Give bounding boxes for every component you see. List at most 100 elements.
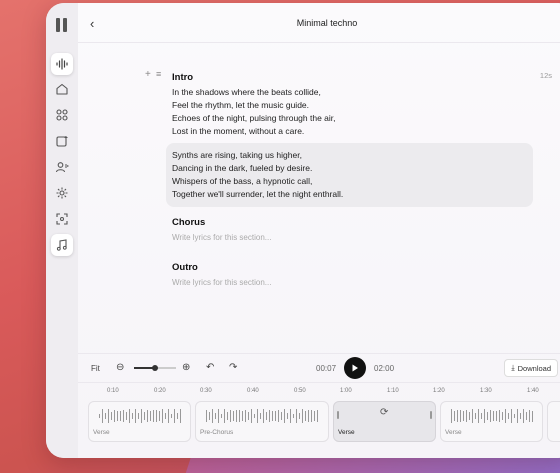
timeline-ruler[interactable]: 0:10 0:20 0:30 0:40 0:50 1:00 1:10 1:20 … <box>78 382 560 400</box>
grid-icon[interactable] <box>51 104 73 126</box>
lyric-line: In the shadows where the beats collide, <box>172 87 321 97</box>
track-label: Pre-Chorus <box>200 429 234 436</box>
waveform-bar <box>150 411 151 421</box>
waveform-bar <box>174 409 175 423</box>
waveform-bar <box>305 411 306 421</box>
track-segment-verse[interactable]: Verse <box>440 401 543 442</box>
waveform-bar <box>299 412 300 420</box>
waveform-bar <box>236 410 237 422</box>
music-note-icon[interactable] <box>51 234 73 256</box>
ruler-tick: 0:30 <box>200 388 212 394</box>
ruler-tick: 0:40 <box>247 388 259 394</box>
waveform-bar <box>144 412 145 420</box>
ruler-tick: 1:20 <box>433 388 445 394</box>
waveform-bar <box>484 409 485 423</box>
waveform-bar <box>111 411 112 421</box>
track-segment-partial[interactable] <box>547 401 560 442</box>
waveform-bar <box>517 409 518 423</box>
zoom-slider[interactable] <box>134 365 176 371</box>
chorus-lyrics-input[interactable]: Write lyrics for this section... <box>172 233 271 242</box>
waveform-bar <box>451 409 452 423</box>
sidebar <box>46 3 78 458</box>
waveform-bar <box>460 410 461 422</box>
ruler-tick: 1:00 <box>340 388 352 394</box>
trim-handle-right[interactable] <box>430 411 432 419</box>
waveform-bar <box>499 410 500 422</box>
zoom-out-icon[interactable]: ⊖ <box>116 362 124 373</box>
waveform-bar <box>162 409 163 423</box>
verse-lyrics[interactable]: Synths are rising, taking us higher, Dan… <box>172 149 343 201</box>
lyric-line: Together we'll surrender, let the night … <box>172 189 344 199</box>
ruler-tick: 0:10 <box>107 388 119 394</box>
lyric-line: Whispers of the bass, a hypnotic call, <box>172 176 313 186</box>
waveform-bar <box>171 413 172 419</box>
waveform-bar <box>293 413 294 419</box>
waveform-bar <box>478 409 479 423</box>
current-time: 00:07 <box>316 364 337 373</box>
lyric-line: Feel the rhythm, let the music guide. <box>172 100 310 110</box>
waveform-bar <box>472 409 473 423</box>
waveform-bar <box>165 412 166 420</box>
waveform-bar <box>156 410 157 422</box>
waveform-bar <box>490 409 491 423</box>
waveform-bar <box>123 409 124 423</box>
image-audio-icon[interactable] <box>51 130 73 152</box>
section-title-chorus[interactable]: Chorus <box>172 217 205 228</box>
add-section-icon[interactable]: + <box>145 69 151 80</box>
waveform-bar <box>254 413 255 419</box>
app-window: ‹ Minimal techno + ≡ Intro 12s In the sh… <box>46 3 560 458</box>
undo-icon[interactable]: ↶ <box>206 362 214 373</box>
track-segment-pre-chorus[interactable]: Pre-Chorus <box>195 401 329 442</box>
waveform-bar <box>508 412 509 420</box>
waveform-bar <box>233 411 234 421</box>
redo-icon[interactable]: ↷ <box>229 362 237 373</box>
waveform-bar <box>266 411 267 421</box>
waveform-bar <box>457 410 458 422</box>
waveform-bar <box>108 409 109 423</box>
waveform-bar <box>454 411 455 421</box>
track-segment-verse[interactable]: Verse <box>88 401 191 442</box>
trim-handle-left[interactable] <box>337 411 339 419</box>
waveform-icon[interactable] <box>51 53 73 75</box>
scan-icon[interactable] <box>51 208 73 230</box>
track-segment-verse-selected[interactable]: ⟳ Verse <box>333 401 436 442</box>
fit-button[interactable]: Fit <box>91 364 100 373</box>
voice-clone-icon[interactable] <box>51 156 73 178</box>
waveform-bar <box>245 409 246 423</box>
waveform-bar <box>99 414 100 418</box>
section-title-intro[interactable]: Intro <box>172 72 193 83</box>
waveform-bar <box>278 409 279 423</box>
waveform-bar <box>272 410 273 422</box>
waveform-bar <box>206 409 207 423</box>
section-title-outro[interactable]: Outro <box>172 262 198 273</box>
waveform-bar <box>135 409 136 423</box>
waveform-bar <box>514 414 515 418</box>
waveform-bar <box>275 410 276 422</box>
regenerate-icon[interactable]: ⟳ <box>380 407 388 418</box>
download-button[interactable]: ⤓ Download <box>504 359 558 377</box>
section-options-icon[interactable]: ≡ <box>156 69 161 79</box>
home-icon[interactable] <box>51 78 73 100</box>
waveform-bar <box>502 411 503 421</box>
intro-lyrics[interactable]: In the shadows where the beats collide, … <box>172 86 336 138</box>
waveform-bar <box>224 409 225 423</box>
waveform-bar <box>475 413 476 419</box>
waveform-bar <box>463 411 464 421</box>
zoom-slider-knob[interactable] <box>152 365 158 371</box>
waveform-bar <box>209 411 210 421</box>
settings-gear-icon[interactable] <box>51 182 73 204</box>
waveform-bar <box>287 412 288 420</box>
pause-icon[interactable] <box>56 18 68 32</box>
waveform-bar <box>532 410 533 422</box>
waveform-bar <box>102 409 103 423</box>
zoom-in-icon[interactable]: ⊕ <box>182 362 190 373</box>
waveform-bar <box>257 409 258 423</box>
play-button[interactable] <box>344 357 366 379</box>
outro-lyrics-input[interactable]: Write lyrics for this section... <box>172 278 271 287</box>
waveform-bar <box>180 409 181 423</box>
waveform-bar <box>168 409 169 423</box>
waveform-bar <box>105 412 106 420</box>
waveform-bar <box>126 412 127 420</box>
waveform-bar <box>153 410 154 422</box>
waveform-bar <box>251 409 252 423</box>
